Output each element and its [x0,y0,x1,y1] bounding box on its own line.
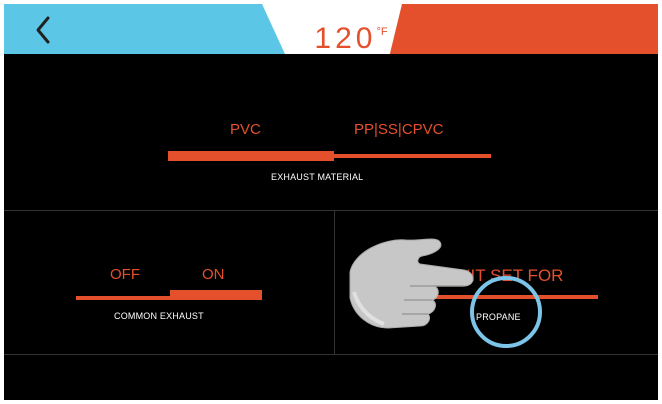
common-exhaust-selected-bar [170,290,262,300]
common-exhaust-caption: COMMON EXHAUST [114,311,204,321]
common-exhaust-option-off[interactable]: OFF [110,266,140,283]
temperature-unit: °F [376,26,388,38]
top-bar: 120°F [4,4,658,78]
common-exhaust-toggle-track [76,296,172,300]
divider-horizontal-2 [4,354,658,355]
chevron-left-icon [36,16,50,44]
pointing-hand-icon [349,238,474,329]
common-exhaust-option-on[interactable]: ON [202,266,225,283]
divider-vertical [334,210,335,354]
exhaust-option-pp-ss-cpvc[interactable]: PP|SS|CPVC [354,121,444,138]
exhaust-material-caption: EXHAUST MATERIAL [271,172,364,182]
divider-horizontal-1 [4,210,658,211]
exhaust-toggle-selected-bar [168,151,334,161]
temperature-display: 120°F [296,22,406,56]
screen: 120°F PVC PP|SS|CPVC EXHAUST MATERIAL OF… [4,4,658,400]
back-button[interactable] [4,4,84,54]
exhaust-toggle-track [334,154,491,158]
temperature-value: 120 [314,22,377,55]
exhaust-option-pvc[interactable]: PVC [230,121,261,138]
